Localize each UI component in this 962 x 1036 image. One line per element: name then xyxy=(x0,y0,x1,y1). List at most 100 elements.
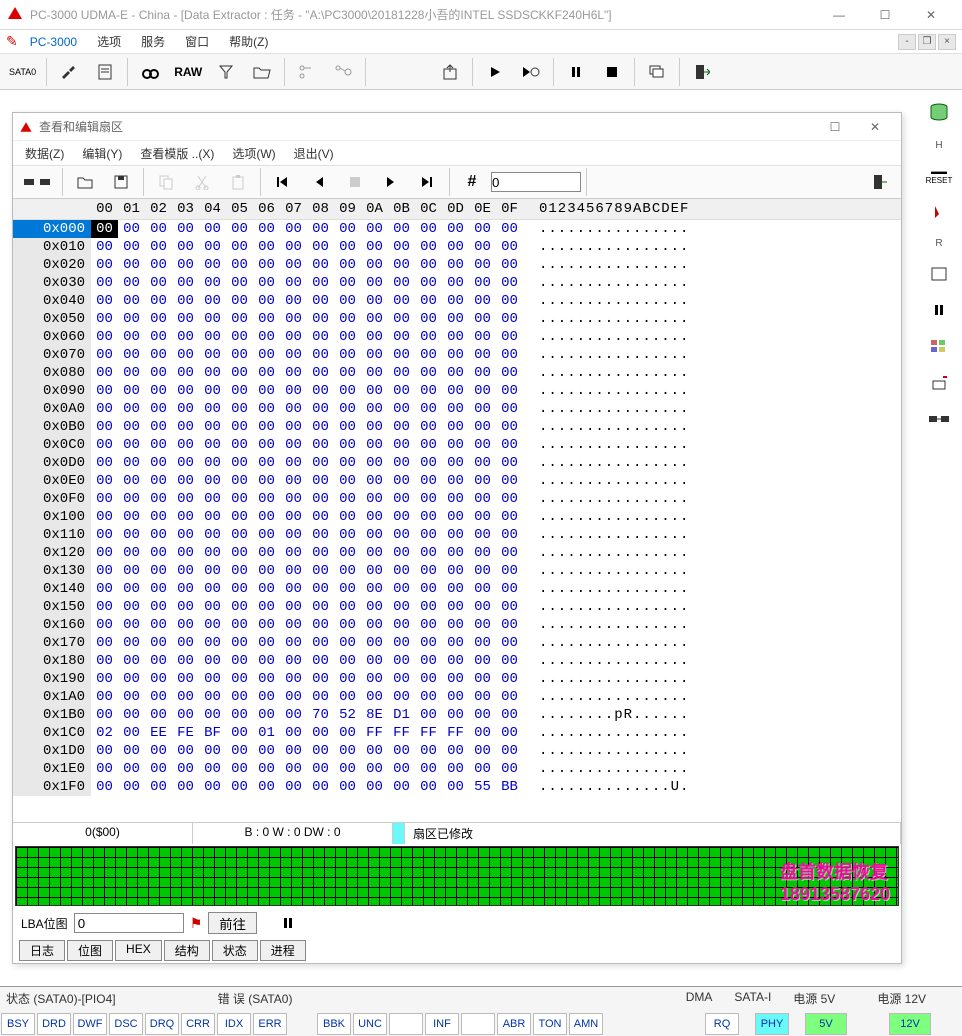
hex-byte[interactable]: 00 xyxy=(145,706,172,724)
next-icon[interactable] xyxy=(374,167,408,197)
hex-byte[interactable]: 00 xyxy=(118,454,145,472)
hex-byte[interactable]: 00 xyxy=(172,616,199,634)
hex-byte[interactable]: 00 xyxy=(253,778,280,796)
stack-icon[interactable] xyxy=(640,57,674,87)
hex-byte[interactable]: 00 xyxy=(226,382,253,400)
hex-byte[interactable]: 00 xyxy=(172,580,199,598)
hex-byte[interactable]: 00 xyxy=(307,562,334,580)
hex-byte[interactable]: 00 xyxy=(199,742,226,760)
hex-byte[interactable]: 00 xyxy=(361,778,388,796)
hex-byte[interactable]: 00 xyxy=(307,472,334,490)
hex-byte[interactable]: 00 xyxy=(307,418,334,436)
hex-byte[interactable]: 00 xyxy=(388,400,415,418)
hex-byte[interactable]: 00 xyxy=(334,688,361,706)
hex-byte[interactable]: 00 xyxy=(469,238,496,256)
hex-byte[interactable]: 00 xyxy=(145,400,172,418)
hex-byte[interactable]: 00 xyxy=(415,508,442,526)
hex-byte[interactable]: 00 xyxy=(199,436,226,454)
hex-byte[interactable]: 00 xyxy=(415,616,442,634)
hex-byte[interactable]: 00 xyxy=(496,454,523,472)
hex-byte[interactable]: 00 xyxy=(172,238,199,256)
hex-byte[interactable]: 00 xyxy=(334,742,361,760)
hex-byte[interactable]: 00 xyxy=(253,238,280,256)
hex-byte[interactable]: D1 xyxy=(388,706,415,724)
hex-row[interactable]: 0x14000000000000000000000000000000000...… xyxy=(13,580,901,598)
hex-byte[interactable]: 00 xyxy=(91,634,118,652)
hex-byte[interactable]: FF xyxy=(388,724,415,742)
sub-exit-door-icon[interactable] xyxy=(863,167,897,197)
hex-byte[interactable]: 00 xyxy=(442,472,469,490)
hex-byte[interactable]: 00 xyxy=(118,274,145,292)
hex-byte[interactable]: 00 xyxy=(253,472,280,490)
hex-byte[interactable]: 00 xyxy=(145,670,172,688)
hex-byte[interactable]: 00 xyxy=(145,382,172,400)
hex-byte[interactable]: 00 xyxy=(172,220,199,238)
submenu-template[interactable]: 查看模版 ..(X) xyxy=(132,143,222,164)
last-icon[interactable] xyxy=(410,167,444,197)
hex-byte[interactable]: 00 xyxy=(172,472,199,490)
hex-byte[interactable]: 00 xyxy=(118,616,145,634)
hex-byte[interactable]: 00 xyxy=(415,598,442,616)
hex-byte[interactable]: 00 xyxy=(199,382,226,400)
hex-byte[interactable]: 00 xyxy=(145,598,172,616)
hex-byte[interactable]: 00 xyxy=(415,688,442,706)
hex-byte[interactable]: 00 xyxy=(91,346,118,364)
hex-byte[interactable]: 00 xyxy=(496,652,523,670)
flow2-icon[interactable] xyxy=(326,57,360,87)
hex-byte[interactable]: 00 xyxy=(145,310,172,328)
hex-byte[interactable]: 00 xyxy=(415,706,442,724)
hex-byte[interactable]: 00 xyxy=(145,256,172,274)
hex-row[interactable]: 0x16000000000000000000000000000000000...… xyxy=(13,616,901,634)
hex-byte[interactable]: BF xyxy=(199,724,226,742)
hex-byte[interactable]: 00 xyxy=(388,418,415,436)
hex-byte[interactable]: 00 xyxy=(496,418,523,436)
hex-byte[interactable]: 00 xyxy=(496,580,523,598)
hex-byte[interactable]: 00 xyxy=(469,562,496,580)
hex-byte[interactable]: 00 xyxy=(334,238,361,256)
hex-row[interactable]: 0x01000000000000000000000000000000000...… xyxy=(13,238,901,256)
hex-byte[interactable]: 00 xyxy=(280,328,307,346)
hex-byte[interactable]: 00 xyxy=(496,616,523,634)
hex-byte[interactable]: 00 xyxy=(496,220,523,238)
hex-byte[interactable]: 00 xyxy=(91,364,118,382)
hex-byte[interactable]: 00 xyxy=(253,562,280,580)
hex-byte[interactable]: 00 xyxy=(199,400,226,418)
hex-byte[interactable]: 00 xyxy=(118,670,145,688)
hex-byte[interactable]: 00 xyxy=(118,472,145,490)
hex-byte[interactable]: 00 xyxy=(334,526,361,544)
hex-byte[interactable]: 00 xyxy=(361,634,388,652)
hex-byte[interactable]: 00 xyxy=(118,364,145,382)
hex-byte[interactable]: 00 xyxy=(226,472,253,490)
hex-byte[interactable]: 00 xyxy=(388,670,415,688)
hex-byte[interactable]: 00 xyxy=(118,778,145,796)
hex-byte[interactable]: 00 xyxy=(91,688,118,706)
hex-byte[interactable]: 00 xyxy=(415,364,442,382)
hex-byte[interactable]: 00 xyxy=(496,364,523,382)
dock-pause-icon[interactable] xyxy=(923,299,955,321)
hex-byte[interactable]: 00 xyxy=(280,598,307,616)
hex-byte[interactable]: 00 xyxy=(253,670,280,688)
hex-byte[interactable]: 00 xyxy=(199,526,226,544)
hex-byte[interactable]: 00 xyxy=(334,760,361,778)
hex-byte[interactable]: FF xyxy=(361,724,388,742)
hex-byte[interactable]: 00 xyxy=(280,418,307,436)
hex-byte[interactable]: 00 xyxy=(118,292,145,310)
hex-byte[interactable]: 00 xyxy=(388,382,415,400)
hex-byte[interactable]: 00 xyxy=(118,400,145,418)
export-icon[interactable] xyxy=(433,57,467,87)
hex-byte[interactable]: 00 xyxy=(226,220,253,238)
hex-byte[interactable]: 00 xyxy=(496,436,523,454)
hex-byte[interactable]: 00 xyxy=(280,400,307,418)
menu-help[interactable]: 帮助(Z) xyxy=(221,31,276,52)
hex-byte[interactable]: 00 xyxy=(118,418,145,436)
dock-reset-icon[interactable]: ▬▬RESET xyxy=(923,165,955,187)
hex-byte[interactable]: 00 xyxy=(361,292,388,310)
hex-byte[interactable]: 00 xyxy=(91,454,118,472)
hex-byte[interactable]: 00 xyxy=(118,706,145,724)
paste-icon[interactable] xyxy=(221,167,255,197)
hex-byte[interactable]: 00 xyxy=(253,292,280,310)
hex-byte[interactable]: 00 xyxy=(496,688,523,706)
hex-byte[interactable]: 00 xyxy=(199,274,226,292)
hex-byte[interactable]: 00 xyxy=(253,418,280,436)
hex-byte[interactable]: 00 xyxy=(118,436,145,454)
